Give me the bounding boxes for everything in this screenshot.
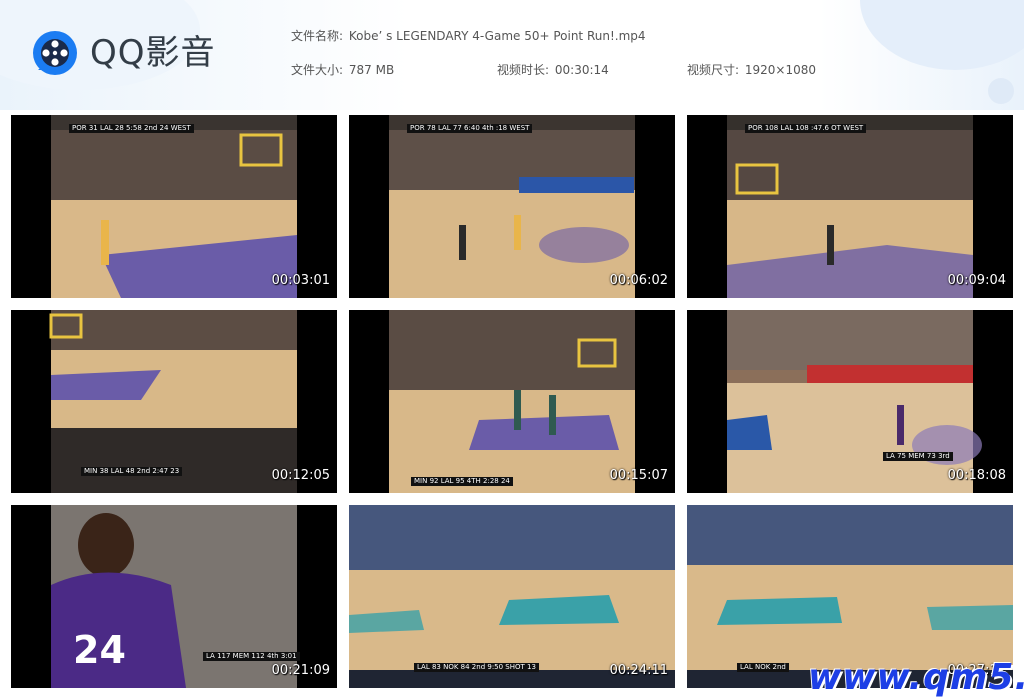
court-scene <box>727 115 973 298</box>
file-name-label: 文件名称: <box>291 29 344 43</box>
scorebug: LA 117 MEM 112 4th 3:01 <box>203 652 300 661</box>
file-size-value: 787 MB <box>348 63 395 77</box>
scorebug: MIN 38 LAL 48 2nd 2:47 23 <box>81 467 183 476</box>
video-thumbnail[interactable]: MIN 38 LAL 48 2nd 2:47 23 00:12:05 <box>11 310 337 493</box>
court-scene <box>49 310 297 493</box>
svg-text:24: 24 <box>73 628 126 672</box>
app-name: QQ影音 <box>90 33 216 73</box>
header: QQ影音 文件名称: Kobe’ s LEGENDARY 4-Game 50+ … <box>0 0 1024 110</box>
dimensions-row: 视频尺寸: 1920×1080 <box>687 61 816 78</box>
file-name-value: Kobe’ s LEGENDARY 4-Game 50+ Point Run!.… <box>348 29 646 43</box>
court-scene <box>389 115 635 298</box>
court-scene <box>51 115 297 298</box>
header-decoration <box>860 0 1024 70</box>
dimensions-label: 视频尺寸: <box>687 63 740 77</box>
court-scene <box>727 310 982 493</box>
video-thumbnail[interactable]: POR 108 LAL 108 :47.6 OT WEST 00:09:04 <box>687 115 1013 298</box>
video-thumbnail[interactable]: LA 75 MEM 73 3rd 00:18:08 <box>687 310 1013 493</box>
video-thumbnail[interactable]: POR 31 LAL 28 5:58 2nd 24 WEST 00:03:01 <box>11 115 337 298</box>
scorebug: POR 78 LAL 77 6:40 4th :18 WEST <box>407 124 533 133</box>
site-watermark: www.qm5.cc <box>808 657 1024 698</box>
scorebug: MIN 92 LAL 95 4TH 2:28 24 <box>411 477 513 486</box>
thumbnail-timestamp: 00:21:09 <box>271 663 330 678</box>
thumbnail-timestamp: 00:09:04 <box>947 273 1006 288</box>
video-thumbnail[interactable]: LAL 83 NOK 84 2nd 9:50 SHOT 13 00:24:11 <box>349 505 675 688</box>
scorebug: POR 31 LAL 28 5:58 2nd 24 WEST <box>69 124 194 133</box>
video-thumbnail[interactable]: POR 78 LAL 77 6:40 4th :18 WEST 00:06:02 <box>349 115 675 298</box>
dimensions-value: 1920×1080 <box>744 63 817 77</box>
duration-label: 视频时长: <box>497 63 550 77</box>
thumbnail-timestamp: 00:12:05 <box>271 468 330 483</box>
scorebug: POR 108 LAL 108 :47.6 OT WEST <box>745 124 867 133</box>
scorebug: LAL 83 NOK 84 2nd 9:50 SHOT 13 <box>414 663 539 672</box>
qq-player-icon <box>33 31 77 75</box>
duration-value: 00:30:14 <box>554 63 609 77</box>
thumbnail-timestamp: 00:15:07 <box>609 468 668 483</box>
header-decoration <box>988 78 1014 104</box>
duration-row: 视频时长: 00:30:14 <box>497 61 609 78</box>
video-thumbnail[interactable]: 24 LA 117 MEM 112 4th 3:01 00:21:09 <box>11 505 337 688</box>
thumbnail-timestamp: 00:24:11 <box>609 663 668 678</box>
thumbnail-timestamp: 00:06:02 <box>609 273 668 288</box>
thumbnail-timestamp: 00:18:08 <box>947 468 1006 483</box>
thumbnail-timestamp: 00:03:01 <box>271 273 330 288</box>
scorebug: LA 75 MEM 73 3rd <box>883 452 953 461</box>
scorebug: LAL NOK 2nd <box>737 663 789 672</box>
file-name-row: 文件名称: Kobe’ s LEGENDARY 4-Game 50+ Point… <box>291 27 646 44</box>
court-scene <box>349 505 675 688</box>
file-size-label: 文件大小: <box>291 63 344 77</box>
file-size-row: 文件大小: 787 MB <box>291 61 394 78</box>
app-logo: QQ影音 <box>32 30 216 76</box>
court-scene <box>389 310 635 493</box>
video-thumbnail[interactable]: MIN 92 LAL 95 4TH 2:28 24 00:15:07 <box>349 310 675 493</box>
